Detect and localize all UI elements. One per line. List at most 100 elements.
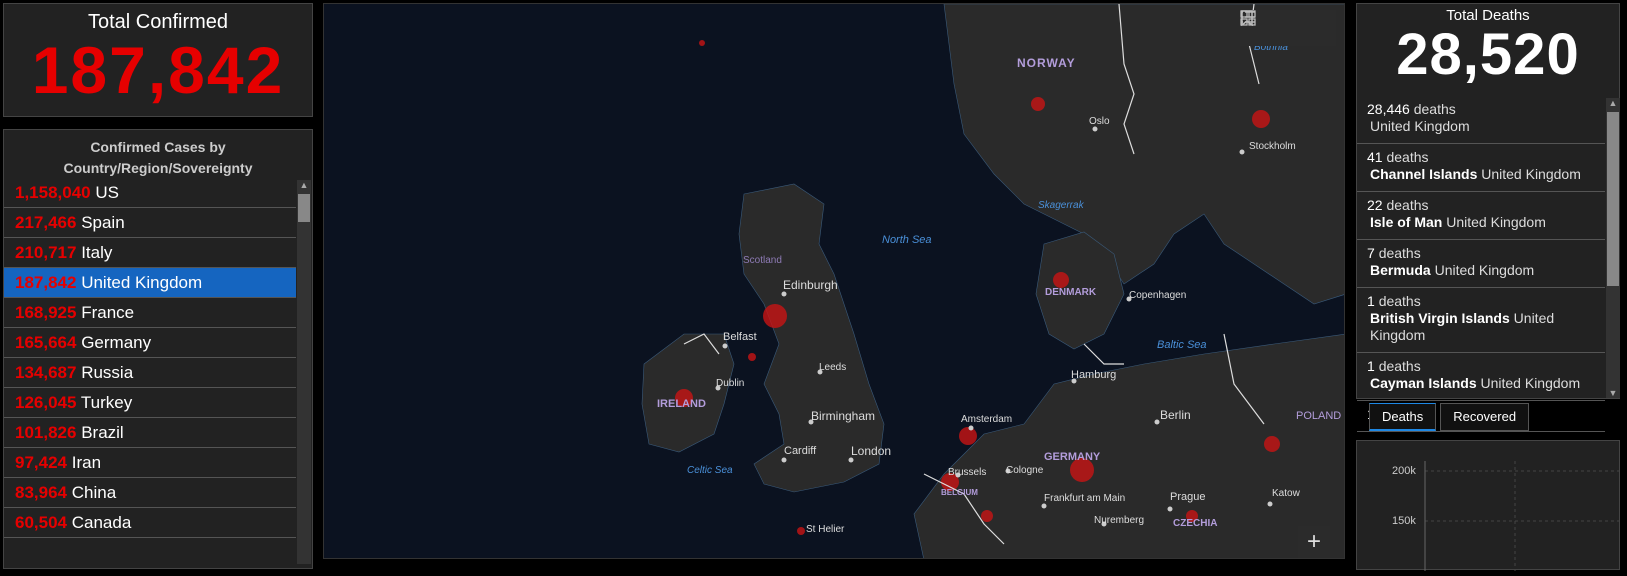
death-sovereignty: United Kingdom [1434, 262, 1535, 278]
map-label-leeds: Leeds [819, 362, 847, 373]
death-row[interactable]: 1 deaths Cayman Islands United Kingdom [1357, 353, 1605, 401]
country-name: Italy [81, 243, 113, 262]
country-count: 97,424 [15, 453, 67, 472]
country-name: Canada [71, 513, 132, 532]
basemap-gallery-icon[interactable] [1240, 10, 1336, 46]
country-row[interactable]: 101,826 Brazil [4, 418, 296, 448]
list-icon[interactable] [1241, 10, 1304, 46]
map-label-cologne: Cologne [1006, 465, 1044, 476]
map-label-berlin: Berlin [1160, 408, 1191, 422]
map-view[interactable]: NORWAY Oslo Stockholm Bothnia Skagerrak … [323, 3, 1345, 559]
death-row[interactable]: 22 deaths Isle of Man United Kingdom [1357, 192, 1605, 240]
map-label-scotland: Scotland [743, 255, 782, 266]
country-name: Brazil [81, 423, 124, 442]
map-label-prague: Prague [1170, 491, 1206, 503]
map-label-belgium: BELGIUM [941, 488, 978, 497]
country-list-panel: Confirmed Cases by Country/Region/Sovere… [3, 129, 313, 569]
death-unit: deaths [1378, 245, 1421, 261]
country-list-scrollbar[interactable]: ▲ [297, 180, 311, 564]
map-label-hamburg: Hamburg [1071, 369, 1117, 381]
death-region: Cayman Islands [1370, 375, 1477, 391]
death-unit: deaths [1378, 358, 1421, 374]
death-row[interactable]: 41 deaths Channel Islands United Kingdom [1357, 144, 1605, 192]
death-count: 22 [1367, 197, 1383, 213]
scroll-down-icon[interactable]: ▼ [1606, 388, 1620, 398]
country-row[interactable]: 1,158,040 US [4, 178, 296, 208]
scroll-thumb[interactable] [298, 194, 310, 222]
scroll-up-icon[interactable]: ▲ [1606, 98, 1620, 108]
country-count: 168,925 [15, 303, 77, 322]
death-sovereignty: United Kingdom [1481, 166, 1581, 182]
country-row[interactable]: 187,842 United Kingdom [4, 268, 296, 298]
chart-tick-150k: 150k [1392, 515, 1416, 527]
death-count: 41 [1367, 149, 1383, 165]
country-row[interactable]: 165,664 Germany [4, 328, 296, 358]
map-label-brussels: Brussels [948, 467, 987, 478]
map-label-czechia: CZECHIA [1173, 518, 1218, 529]
country-row[interactable]: 210,717 Italy [4, 238, 296, 268]
country-name: Germany [81, 333, 152, 352]
total-confirmed-label: Total Confirmed [87, 11, 229, 33]
death-sovereignty: United Kingdom [1480, 375, 1581, 391]
map-label-nuremberg: Nuremberg [1094, 515, 1145, 526]
country-name: United Kingdom [81, 273, 203, 292]
death-region: British Virgin Islands [1370, 310, 1510, 326]
map-label-oslo: Oslo [1089, 116, 1110, 127]
map-toolbar [1240, 10, 1336, 46]
country-list: 1,158,040 US 217,466 Spain 210,717 Italy 18… [4, 178, 296, 538]
country-row[interactable]: 126,045 Turkey [4, 388, 296, 418]
country-name: Russia [81, 363, 134, 382]
zoom-in-button[interactable]: + [1298, 526, 1330, 558]
total-deaths-panel: Total Deaths 28,520 28,446 deaths United … [1356, 3, 1620, 432]
death-sovereignty: United Kingdom [1370, 118, 1470, 134]
country-count: 60,504 [15, 513, 67, 532]
country-list-header: Confirmed Cases by Country/Region/Sovere… [63, 139, 253, 176]
map-label-london: London [851, 444, 892, 458]
country-name: China [71, 483, 117, 502]
death-row[interactable]: 7 deaths Bermuda United Kingdom [1357, 240, 1605, 288]
map-label-celtic-sea: Celtic Sea [687, 465, 733, 476]
map-label-ireland: IRELAND [657, 398, 706, 410]
death-row[interactable]: 28,446 deaths United Kingdom [1357, 96, 1605, 144]
map-label-denmark: DENMARK [1045, 287, 1097, 298]
country-count: 1,158,040 [15, 183, 91, 202]
death-row[interactable]: 1 deaths British Virgin Islands United Ki… [1357, 288, 1605, 353]
country-row[interactable]: 168,925 France [4, 298, 296, 328]
death-region: Bermuda [1370, 262, 1431, 278]
map-label-germany: GERMANY [1044, 451, 1101, 463]
map-label-baltic-sea: Baltic Sea [1157, 339, 1207, 351]
map-label-dublin: Dublin [716, 378, 745, 389]
country-row[interactable]: 217,466 Spain [4, 208, 296, 238]
map-label-poland: POLAND [1296, 410, 1342, 422]
country-count: 165,664 [15, 333, 77, 352]
country-count: 217,466 [15, 213, 77, 232]
country-row[interactable]: 60,504 Canada [4, 508, 296, 538]
total-confirmed-value: 187,842 [31, 33, 285, 107]
death-region: Channel Islands [1370, 166, 1478, 182]
country-row[interactable]: 83,964 China [4, 478, 296, 508]
total-confirmed-panel: Total Confirmed 187,842 [3, 3, 313, 117]
death-count: 7 [1367, 245, 1375, 261]
deaths-list-scrollbar[interactable]: ▲ ▼ [1606, 98, 1620, 398]
map-label-edinburgh: Edinburgh [783, 278, 838, 292]
scroll-thumb[interactable] [1607, 112, 1619, 286]
country-count: 101,826 [15, 423, 77, 442]
map-label-st-helier: St Helier [806, 524, 845, 535]
country-count: 187,842 [15, 273, 77, 292]
country-row[interactable]: 97,424 Iran [4, 448, 296, 478]
death-unit: deaths [1413, 101, 1456, 117]
country-row[interactable]: 134,687 Russia [4, 358, 296, 388]
tab-recovered[interactable]: Recovered [1440, 403, 1530, 431]
country-count: 210,717 [15, 243, 77, 262]
country-name: Turkey [80, 393, 133, 412]
map-label-cardiff: Cardiff [784, 445, 817, 457]
country-name: Spain [81, 213, 125, 232]
death-unit: deaths [1386, 149, 1429, 165]
death-count: 1 [1367, 358, 1375, 374]
death-count: 28,446 [1367, 101, 1410, 117]
tab-deaths[interactable]: Deaths [1369, 403, 1437, 431]
scroll-up-icon[interactable]: ▲ [297, 180, 311, 190]
map-label-frankfurt: Frankfurt am Main [1044, 493, 1126, 504]
country-name: US [95, 183, 119, 202]
map-label-norway: NORWAY [1017, 56, 1076, 70]
